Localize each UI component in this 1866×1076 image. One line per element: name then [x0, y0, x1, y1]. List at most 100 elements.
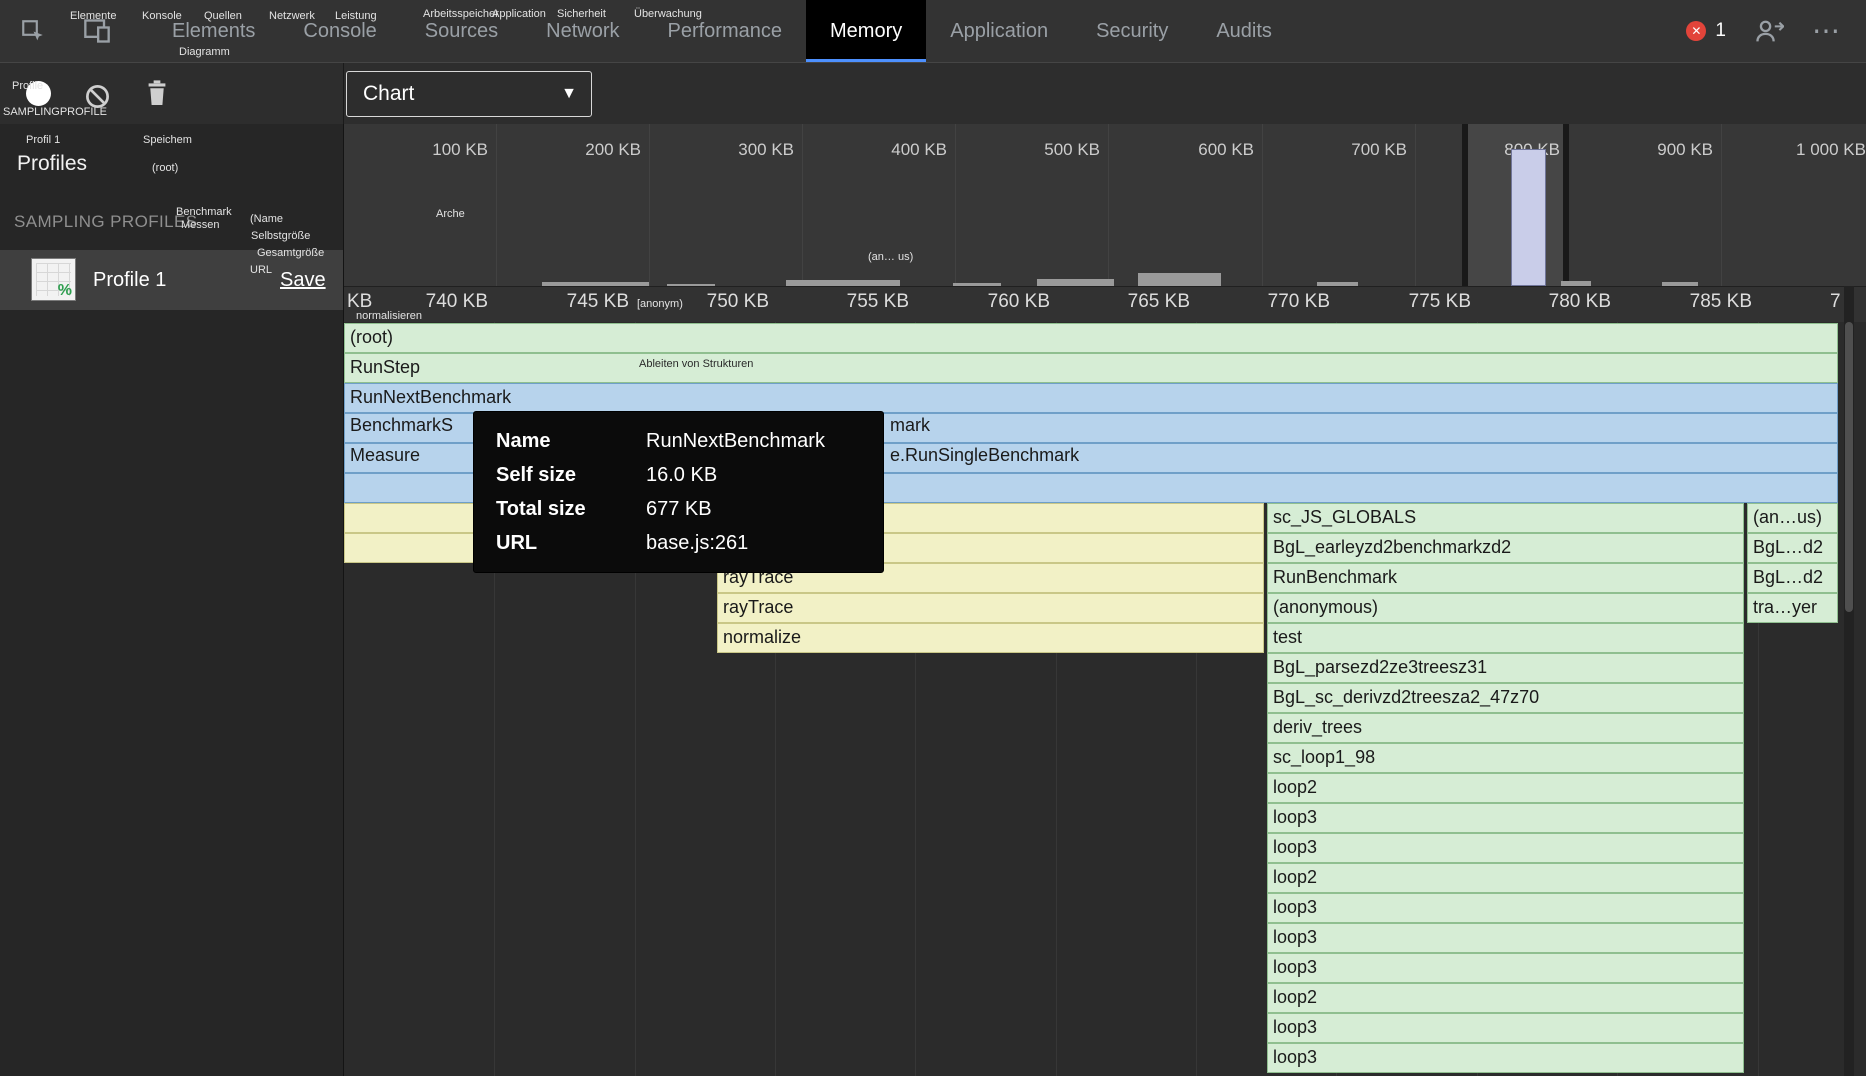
translation-overlay: normalisieren [356, 310, 422, 322]
flame-bar[interactable]: loop3 [1267, 1013, 1744, 1043]
translation-overlay: SAMPLINGPROFILE [3, 106, 107, 118]
flame-bar[interactable]: rayTrace [717, 593, 1264, 623]
flame-bar[interactable]: loop2 [1267, 983, 1744, 1013]
translation-overlay: Messen [181, 219, 220, 231]
detail-ruler-label: 785 KB [1592, 291, 1752, 313]
overview-ruler-label: 400 KB [797, 140, 947, 160]
flame-bar[interactable]: RunStep [344, 353, 1838, 383]
selection-handle-left[interactable] [1462, 124, 1468, 286]
translation-overlay: Netzwerk [269, 10, 315, 22]
translation-overlay: Ableiten von Strukturen [639, 358, 753, 370]
flame-bar[interactable]: (root) [344, 323, 1838, 353]
flame-bar-label-fragment: BenchmarkS [350, 415, 453, 436]
flame-bar[interactable]: loop2 [1267, 773, 1744, 803]
flame-bar[interactable]: test [1267, 623, 1744, 653]
flame-bar-label-fragment: e.RunSingleBenchmark [890, 445, 1079, 466]
translation-overlay: [anonym) [637, 298, 683, 310]
detail-ruler-label-right-clip: 7 [1830, 291, 1860, 313]
chart-layer: 100 KB200 KB300 KB400 KB500 KB600 KB700 … [0, 0, 1866, 1076]
tooltip-row: Total size677 KB [496, 492, 861, 526]
translation-overlay: Gesamtgröße [257, 247, 324, 259]
overview-usage-bar [1138, 273, 1221, 286]
flame-bar[interactable]: loop3 [1267, 833, 1744, 863]
detail-ruler-label: 765 KB [1030, 291, 1190, 313]
translation-overlay: Application [492, 8, 546, 20]
overview-ruler-label: 600 KB [1104, 140, 1254, 160]
flame-bar[interactable]: loop3 [1267, 953, 1744, 983]
flame-bar[interactable]: (anonymous) [1267, 593, 1744, 623]
translation-overlay: Leistung [335, 10, 377, 22]
flame-bar[interactable]: (an…us) [1747, 503, 1838, 533]
flame-bar[interactable]: deriv_trees [1267, 713, 1744, 743]
overview-usage-bar [542, 282, 649, 286]
overview-usage-bar [1662, 282, 1698, 286]
overview-usage-bar [953, 283, 1001, 286]
flame-bar[interactable]: RunBenchmark [1267, 563, 1744, 593]
flame-bar[interactable]: BgL…d2 [1747, 563, 1838, 593]
translation-overlay: URL [250, 264, 272, 276]
overview-ruler-label: 900 KB [1563, 140, 1713, 160]
translation-overlay: Quellen [204, 10, 242, 22]
translation-overlay: (Name [250, 213, 283, 225]
flame-bar[interactable]: sc_loop1_98 [1267, 743, 1744, 773]
translation-overlay: Arbeitsspeicher [423, 8, 499, 20]
tooltip-value: 16.0 KB [646, 458, 861, 492]
flame-bar[interactable]: BgL…d2 [1747, 533, 1838, 563]
detail-ruler-label: 775 KB [1311, 291, 1471, 313]
detail-ruler-label: 755 KB [749, 291, 909, 313]
overview-usage-bar [786, 280, 900, 286]
tooltip-label: Total size [496, 492, 646, 526]
translation-overlay: (root) [152, 162, 178, 174]
overview-ruler-label: 1 000 KB [1716, 140, 1866, 160]
tooltip-label: Self size [496, 458, 646, 492]
flame-bar-label-fragment: mark [890, 415, 930, 436]
flame-bar[interactable]: BgL_earleyzd2benchmarkzd2 [1267, 533, 1744, 563]
flame-bar[interactable]: sc_JS_GLOBALS [1267, 503, 1744, 533]
translation-overlay: (an… us) [868, 251, 913, 263]
translation-overlay: Elemente [70, 10, 116, 22]
detail-ruler-label: 745 KB [469, 291, 629, 313]
tooltip-row: URLbase.js:261 [496, 526, 861, 560]
tooltip-value: base.js:261 [646, 526, 861, 560]
tooltip-value: 677 KB [646, 492, 861, 526]
flame-bar[interactable]: loop3 [1267, 803, 1744, 833]
tooltip-label: Name [496, 424, 646, 458]
translation-overlay: Speichem [143, 134, 192, 146]
translation-overlay: Überwachung [634, 8, 702, 20]
translation-overlay: Sicherheit [557, 8, 606, 20]
overview-usage-bar [1561, 281, 1591, 286]
flame-bar-label-fragment: Measure [350, 445, 420, 466]
detail-ruler-label: 780 KB [1451, 291, 1611, 313]
detail-ruler-label: 750 KB [609, 291, 769, 313]
translation-overlay: Diagramm [179, 46, 230, 58]
tooltip-label: URL [496, 526, 646, 560]
overview-ruler-label: 200 KB [491, 140, 641, 160]
flame-bar[interactable]: BgL_sc_derivzd2treesza2_47z70 [1267, 683, 1744, 713]
flame-bar[interactable]: normalize [717, 623, 1264, 653]
flame-bar[interactable]: RunNextBenchmark [344, 383, 1838, 413]
tooltip-value: RunNextBenchmark [646, 424, 861, 458]
flame-bar[interactable]: loop2 [1267, 863, 1744, 893]
translation-overlay: Selbstgröße [251, 230, 310, 242]
overview-usage-bar [1317, 282, 1358, 286]
flame-bar[interactable]: loop3 [1267, 923, 1744, 953]
flame-bar[interactable]: loop3 [1267, 893, 1744, 923]
heap-tooltip: NameRunNextBenchmarkSelf size16.0 KBTota… [473, 411, 884, 573]
translation-overlay: Konsole [142, 10, 182, 22]
overview-ruler-label: 100 KB [338, 140, 488, 160]
overview-usage-bar [667, 284, 715, 286]
detail-ruler-label: 770 KB [1170, 291, 1330, 313]
flame-bar[interactable]: loop3 [1267, 1043, 1744, 1073]
tooltip-row: Self size16.0 KB [496, 458, 861, 492]
overview-usage-spike [1511, 149, 1546, 286]
selection-handle-right[interactable] [1563, 124, 1569, 286]
flame-bar[interactable]: BgL_parsezd2ze3treesz31 [1267, 653, 1744, 683]
flame-bar[interactable]: tra…yer [1747, 593, 1838, 623]
translation-overlay: Benchmark [176, 206, 232, 218]
overview-ruler-label: 300 KB [644, 140, 794, 160]
translation-overlay: Profile [12, 80, 43, 92]
tooltip-row: NameRunNextBenchmark [496, 424, 861, 458]
overview-ruler-label: 500 KB [950, 140, 1100, 160]
overview-ruler-label: 700 KB [1257, 140, 1407, 160]
translation-overlay: Arche [436, 208, 465, 220]
